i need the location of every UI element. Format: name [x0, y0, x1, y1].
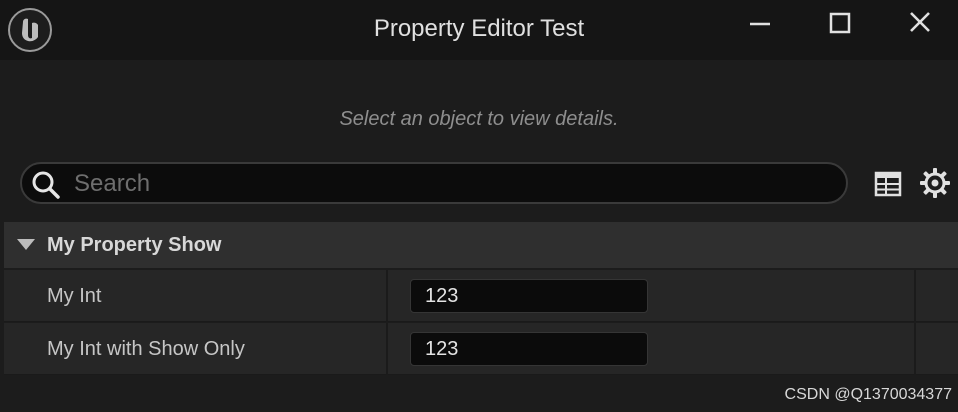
column-splitter[interactable] — [386, 323, 388, 375]
title-bar[interactable]: Property Editor Test — [0, 0, 958, 60]
category-label: My Property Show — [47, 234, 222, 256]
gear-icon — [920, 168, 950, 198]
search-input[interactable] — [72, 166, 836, 202]
minimize-button[interactable] — [738, 4, 782, 44]
property-name: My Int with Show Only — [47, 338, 245, 360]
row-end-divider — [914, 270, 916, 322]
int-value-field[interactable]: 123 — [410, 279, 648, 313]
view-options-button[interactable] — [872, 168, 904, 200]
property-row-my-int-show-only: My Int with Show Only 123 — [4, 323, 958, 375]
expand-arrow-icon[interactable] — [16, 238, 36, 252]
property-editor-window: Property Editor Test Select an object to… — [0, 0, 958, 412]
close-button[interactable] — [898, 4, 942, 44]
int-value-field-readonly: 123 — [410, 332, 648, 366]
close-icon — [910, 12, 930, 32]
table-view-icon — [874, 171, 902, 197]
window-title: Property Editor Test — [373, 15, 585, 42]
column-splitter[interactable] — [386, 270, 388, 322]
settings-button[interactable] — [918, 166, 952, 200]
search-box[interactable] — [20, 162, 848, 204]
maximize-icon — [829, 12, 851, 34]
row-end-divider — [914, 323, 916, 375]
category-my-property-show[interactable]: My Property Show — [4, 222, 958, 268]
watermark: CSDN @Q1370034377 — [784, 386, 952, 403]
empty-selection-message: Select an object to view details. — [339, 108, 619, 130]
property-row-my-int: My Int 123 — [4, 270, 958, 322]
maximize-button[interactable] — [818, 4, 862, 44]
property-name: My Int — [47, 285, 102, 307]
search-icon — [32, 171, 60, 199]
